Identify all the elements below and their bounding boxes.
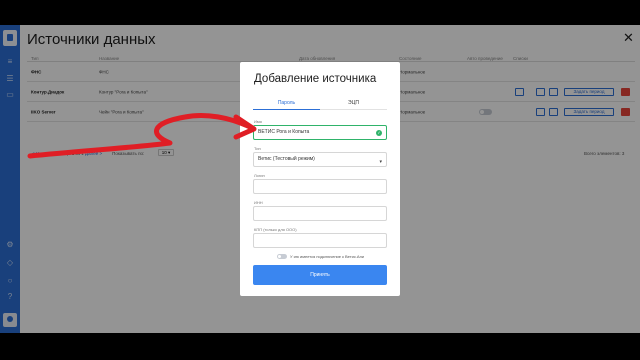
dialog-title: Добавление источника bbox=[254, 73, 377, 85]
add-source-dialog: Добавление источника Пароль ЭЦП Имя ВЕТИ… bbox=[240, 62, 400, 296]
inn-input[interactable] bbox=[253, 206, 387, 221]
kpp-input[interactable] bbox=[253, 233, 387, 248]
chevron-down-icon: ▾ bbox=[379, 159, 382, 165]
check-icon: ✓ bbox=[376, 130, 382, 136]
tab-digital-signature[interactable]: ЭЦП bbox=[320, 100, 387, 110]
type-label: Тип bbox=[254, 146, 261, 151]
name-input[interactable]: ВЕТИС Рога и Копыта ✓ bbox=[253, 125, 387, 140]
login-input[interactable] bbox=[253, 179, 387, 194]
kpp-label: КПП (только для ООО) bbox=[254, 227, 297, 232]
tab-password[interactable]: Пароль bbox=[253, 100, 320, 110]
api-connection-toggle[interactable] bbox=[277, 254, 287, 259]
name-label: Имя bbox=[254, 119, 262, 124]
type-value: Ветис (Тестовый режим) bbox=[258, 156, 315, 162]
login-label: Логин bbox=[254, 173, 265, 178]
app-window: ≡ ☰ ▭ ⚙ ◇ ○ ? Источники данных ✕ Тип Наз… bbox=[0, 25, 640, 333]
inn-label: ИНН bbox=[254, 200, 263, 205]
type-select[interactable]: Ветис (Тестовый режим) ▾ bbox=[253, 152, 387, 167]
api-connection-label: У ию имеется подключение к Ветис.Апи bbox=[290, 254, 364, 259]
name-value: ВЕТИС Рога и Копыта bbox=[258, 129, 310, 135]
accept-button[interactable]: Принять bbox=[253, 265, 387, 285]
